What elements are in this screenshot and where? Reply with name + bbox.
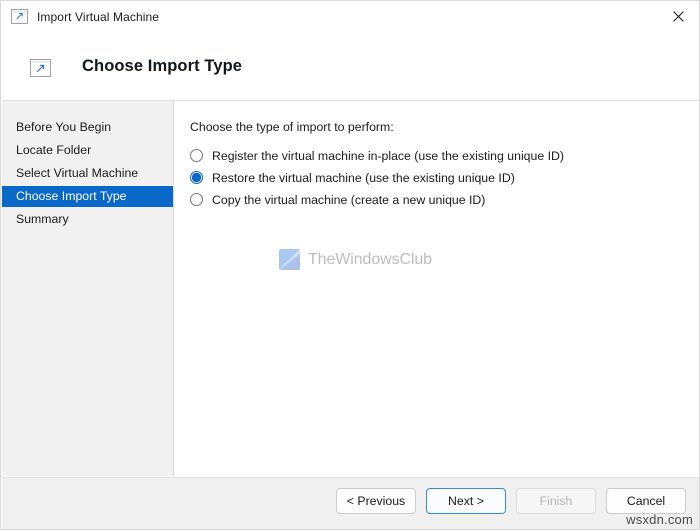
finish-button: Finish: [516, 488, 596, 514]
radio-button-icon[interactable]: [190, 149, 203, 162]
wizard-body: Before You Begin Locate Folder Select Vi…: [2, 101, 699, 476]
previous-button[interactable]: < Previous: [336, 488, 416, 514]
sidebar-item-choose-import-type[interactable]: Choose Import Type: [2, 186, 173, 207]
sidebar-item-select-virtual-machine[interactable]: Select Virtual Machine: [2, 163, 173, 184]
page-header: ↗ Choose Import Type: [2, 32, 699, 101]
watermark-text: TheWindowsClub: [308, 250, 432, 268]
site-watermark: wsxdn.com: [626, 512, 693, 527]
radio-option-label: Register the virtual machine in-place (u…: [212, 148, 565, 163]
radio-option-restore[interactable]: Restore the virtual machine (use the exi…: [190, 167, 690, 188]
import-type-radio-group: Register the virtual machine in-place (u…: [190, 145, 690, 211]
window-title: Import Virtual Machine: [37, 9, 160, 24]
sidebar-item-summary[interactable]: Summary: [2, 209, 173, 230]
sidebar-item-before-you-begin[interactable]: Before You Begin: [2, 117, 173, 138]
wizard-footer: < Previous Next > Finish Cancel: [2, 477, 699, 529]
radio-option-label: Restore the virtual machine (use the exi…: [212, 170, 515, 185]
radio-button-icon[interactable]: [190, 193, 203, 206]
wizard-content-pane: Choose the type of import to perform: Re…: [175, 101, 699, 476]
import-virtual-machine-window: ↗ Import Virtual Machine ↗ Choose Import…: [0, 0, 700, 530]
arrow-glyph: ↗: [14, 10, 25, 23]
thewindowsclub-watermark: TheWindowsClub: [279, 249, 432, 270]
sidebar-item-locate-folder[interactable]: Locate Folder: [2, 140, 173, 161]
wizard-step-sidebar: Before You Begin Locate Folder Select Vi…: [2, 101, 174, 476]
title-bar: ↗ Import Virtual Machine: [1, 1, 699, 32]
radio-option-register-in-place[interactable]: Register the virtual machine in-place (u…: [190, 145, 690, 166]
radio-button-selected-icon[interactable]: [190, 171, 203, 184]
radio-option-label: Copy the virtual machine (create a new u…: [212, 192, 486, 207]
thewindowsclub-logo-icon: [279, 249, 300, 270]
page-title: Choose Import Type: [82, 57, 243, 75]
next-button[interactable]: Next >: [426, 488, 506, 514]
cancel-button[interactable]: Cancel: [606, 488, 686, 514]
close-icon: [673, 10, 684, 22]
footer-button-row: < Previous Next > Finish Cancel: [336, 488, 686, 514]
virtual-machine-import-icon: ↗: [11, 9, 28, 24]
arrow-glyph: ↗: [35, 60, 46, 76]
header-virtual-machine-import-icon: ↗: [30, 59, 51, 77]
radio-option-copy[interactable]: Copy the virtual machine (create a new u…: [190, 189, 690, 210]
import-type-prompt: Choose the type of import to perform:: [190, 120, 394, 134]
close-button[interactable]: [656, 1, 699, 31]
